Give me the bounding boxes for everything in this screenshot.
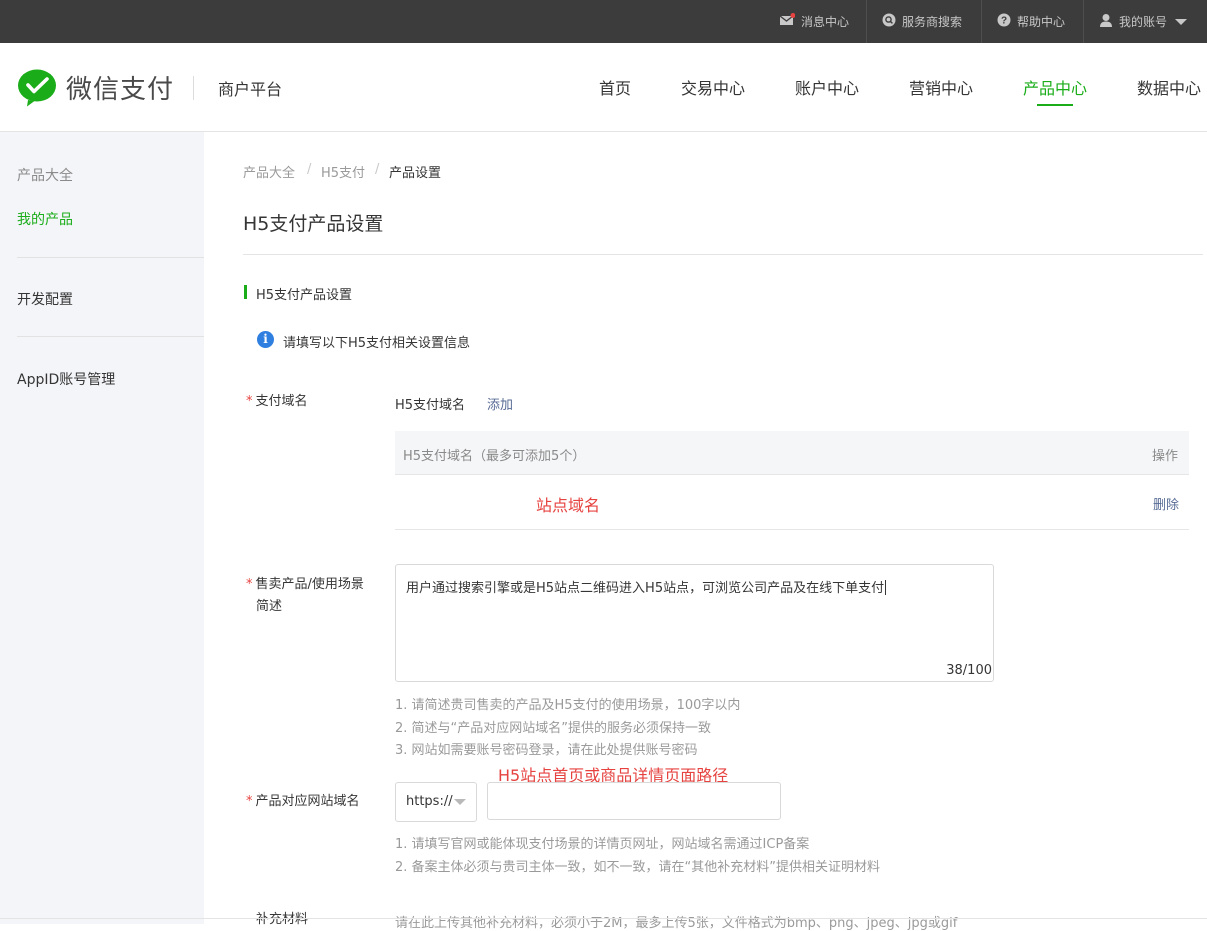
info-message: 请填写以下H5支付相关设置信息 <box>283 336 471 351</box>
site-domain-label-text: 产品对应网站域名 <box>255 794 360 809</box>
scene-label: * 售卖产品/使用场景 <box>246 574 364 596</box>
nav-account[interactable]: 账户中心 <box>795 75 859 99</box>
required-mark: * <box>246 394 253 409</box>
section-title: H5支付产品设置 <box>256 288 353 303</box>
platform-name: 商户平台 <box>218 80 283 99</box>
topbar-help-label: 帮助中心 <box>1017 15 1066 29</box>
supplementary-label: 补充材料 <box>256 912 309 927</box>
text-caret <box>885 580 887 595</box>
nav-home[interactable]: 首页 <box>599 75 631 99</box>
sidebar-item-my-products[interactable]: 我的产品 <box>17 209 73 229</box>
topbar-help[interactable]: ? 帮助中心 <box>997 0 1065 43</box>
delete-domain-link[interactable]: 删除 <box>1153 494 1179 513</box>
scene-description-value: 用户通过搜索引擎或是H5站点二维码进入H5站点，可浏览公司产品及在线下单支付 <box>406 577 887 596</box>
nav-marketing[interactable]: 营销中心 <box>909 75 973 99</box>
scene-hint-3: 3. 网站如需要账号密码登录，请在此处提供账号密码 <box>395 743 698 758</box>
scene-description-textarea[interactable]: 用户通过搜索引擎或是H5站点二维码进入H5站点，可浏览公司产品及在线下单支付 3… <box>395 564 994 682</box>
topbar-provider-search[interactable]: 服务商搜索 <box>882 0 962 43</box>
topbar-divider <box>866 0 867 43</box>
site-hint-2: 2. 备案主体必须与贵司主体一致，如不一致，请在“其他补充材料”提供相关证明材料 <box>395 860 881 875</box>
breadcrumb-separator: / <box>375 162 380 177</box>
logo-text: 微信支付 <box>66 75 175 105</box>
required-mark: * <box>246 794 253 809</box>
wechat-pay-logo-icon[interactable] <box>17 68 57 108</box>
topbar-divider <box>1083 0 1084 43</box>
nav-transactions[interactable]: 交易中心 <box>681 75 745 99</box>
search-icon <box>882 13 896 30</box>
h5-domain-field-name: H5支付域名 <box>395 398 466 413</box>
nav-active-indicator <box>1037 104 1073 106</box>
top-utility-bar: 消息中心 服务商搜索 ? 帮助中心 我的账号 <box>0 0 1207 43</box>
sidebar-divider <box>17 257 204 258</box>
scene-hint-2: 2. 简述与“产品对应网站域名”提供的服务必须保持一致 <box>395 721 712 736</box>
title-divider <box>243 254 1203 255</box>
topbar-account-label: 我的账号 <box>1119 15 1168 29</box>
scene-description-text: 用户通过搜索引擎或是H5站点二维码进入H5站点，可浏览公司产品及在线下单支付 <box>406 581 885 596</box>
topbar-messages-label: 消息中心 <box>801 15 850 29</box>
topbar-divider <box>981 0 982 43</box>
svg-text:?: ? <box>1001 16 1007 27</box>
page-title: H5支付产品设置 <box>243 213 384 235</box>
sidebar-item-all-products[interactable]: 产品大全 <box>17 165 73 185</box>
user-icon <box>1099 13 1113 30</box>
site-domain-annotation: 站点域名 <box>536 496 601 515</box>
sidebar-item-dev-config[interactable]: 开发配置 <box>17 289 73 309</box>
nav-data[interactable]: 数据中心 <box>1137 75 1201 99</box>
domain-column-header: H5支付域名（最多可添加5个） <box>403 449 586 464</box>
chevron-down-icon <box>1175 18 1188 25</box>
character-counter: 38/100 <box>946 663 992 678</box>
site-hint-1: 1. 请填写官网或能体现支付场景的详情页网址，网站域名需通过ICP备案 <box>395 837 810 852</box>
protocol-select[interactable]: https:// <box>395 782 477 822</box>
section-marker <box>244 285 247 299</box>
page-bottom-edge <box>0 918 1207 919</box>
breadcrumb-h5-pay[interactable]: H5支付 <box>321 162 365 181</box>
breadcrumb-current: 产品设置 <box>389 166 442 181</box>
mail-icon <box>779 13 796 30</box>
scene-hint-1: 1. 请简述贵司售卖的产品及H5支付的使用场景，100字以内 <box>395 698 741 713</box>
sidebar-divider <box>17 336 204 337</box>
protocol-value: https:// <box>406 794 453 809</box>
sidebar: 产品大全 我的产品 开发配置 AppID账号管理 <box>0 132 204 924</box>
header-divider <box>193 76 194 100</box>
scene-label-line2: 简述 <box>256 599 283 614</box>
scene-label-line1: 售卖产品/使用场景 <box>255 577 364 592</box>
breadcrumb-all-products[interactable]: 产品大全 <box>243 162 295 181</box>
site-url-input[interactable] <box>487 782 781 820</box>
table-row: 站点域名 删除 <box>395 475 1189 530</box>
info-icon: i <box>257 331 274 348</box>
domain-table-header: H5支付域名（最多可添加5个） 操作 <box>395 431 1189 475</box>
site-domain-label: * 产品对应网站域名 <box>246 791 360 813</box>
pay-domain-label: * 支付域名 <box>246 391 308 413</box>
required-mark: * <box>246 577 253 592</box>
action-column-header: 操作 <box>1151 449 1178 464</box>
add-domain-link[interactable]: 添加 <box>487 394 513 413</box>
breadcrumb-separator: / <box>307 162 312 177</box>
sidebar-item-appid[interactable]: AppID账号管理 <box>17 369 115 389</box>
topbar-messages[interactable]: 消息中心 <box>779 0 849 43</box>
main-header: 微信支付 商户平台 首页 交易中心 账户中心 营销中心 产品中心 数据中心 <box>0 43 1207 132</box>
topbar-provider-search-label: 服务商搜索 <box>902 15 963 29</box>
supplementary-hint: 请在此上传其他补充材料，必须小于2M，最多上传5张，文件格式为bmp、png、j… <box>395 916 958 931</box>
nav-products[interactable]: 产品中心 <box>1023 75 1087 99</box>
chevron-down-icon <box>454 799 466 805</box>
topbar-account[interactable]: 我的账号 <box>1099 0 1188 43</box>
pay-domain-label-text: 支付域名 <box>255 394 308 409</box>
help-icon: ? <box>997 13 1011 30</box>
